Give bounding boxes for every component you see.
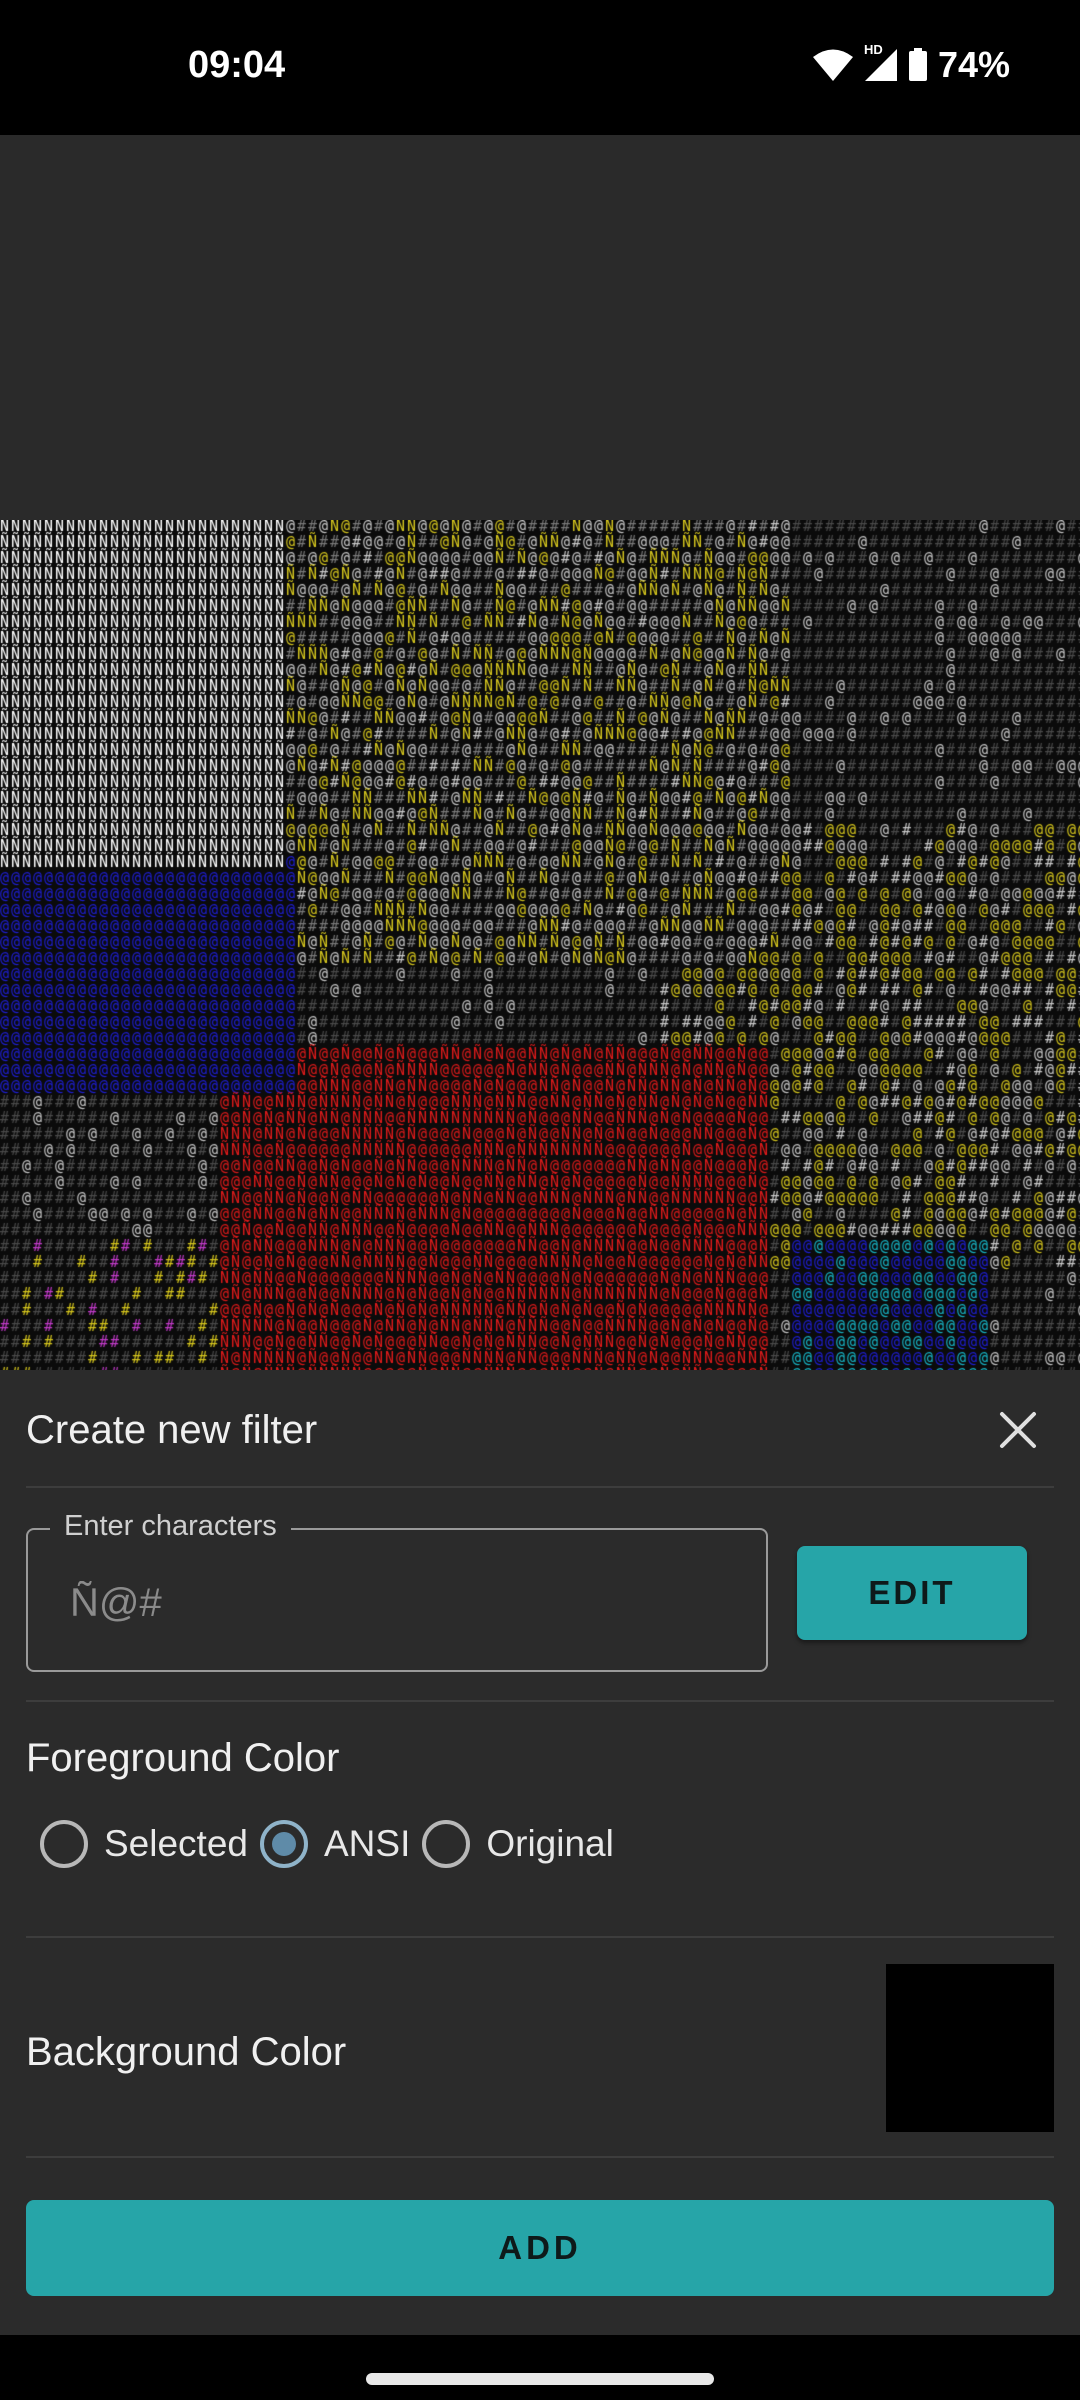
sheet-title: Create new filter: [26, 1408, 318, 1452]
foreground-color-options: Selected ANSI Original: [40, 1820, 626, 1868]
home-gesture-bar[interactable]: [366, 2373, 714, 2385]
radio-circle: [40, 1820, 88, 1868]
hd-label: HD: [863, 42, 883, 57]
divider: [26, 1486, 1054, 1488]
divider: [26, 1700, 1054, 1702]
edit-button[interactable]: EDIT: [797, 1546, 1027, 1640]
navigation-bar: [0, 2335, 1080, 2400]
radio-label: Original: [486, 1823, 614, 1864]
battery-percent: 74%: [937, 44, 1010, 85]
ascii-art-canvas: [0, 520, 1080, 1505]
status-icons: HD 74%: [812, 42, 1010, 86]
radio-ansi[interactable]: ANSI: [260, 1820, 410, 1868]
radio-selected[interactable]: Selected: [40, 1820, 248, 1868]
close-button[interactable]: [986, 1398, 1050, 1462]
ascii-preview: [0, 520, 1080, 1505]
signal-icon: HD: [864, 42, 898, 82]
radio-label: ANSI: [324, 1823, 411, 1864]
add-button[interactable]: ADD: [26, 2200, 1054, 2296]
radio-circle: [260, 1820, 308, 1868]
status-time: 09:04: [188, 44, 286, 86]
foreground-color-title: Foreground Color: [26, 1736, 340, 1780]
radio-original[interactable]: Original: [422, 1820, 614, 1868]
divider: [26, 1936, 1054, 1938]
background-color-title: Background Color: [26, 2030, 347, 2074]
create-filter-sheet: Create new filter Enter characters EDIT …: [0, 1370, 1080, 2335]
status-bar: 09:04 HD 74%: [0, 0, 1080, 135]
divider: [26, 2156, 1054, 2158]
wifi-icon: [812, 48, 854, 82]
radio-circle: [422, 1820, 471, 1868]
close-icon: [1000, 1412, 1036, 1448]
characters-field[interactable]: Enter characters: [26, 1510, 768, 1672]
characters-field-label: Enter characters: [50, 1510, 291, 1543]
characters-input[interactable]: [68, 1574, 732, 1632]
battery-icon: [908, 48, 928, 82]
background-color-swatch[interactable]: [886, 1964, 1054, 2132]
radio-label: Selected: [104, 1823, 248, 1864]
